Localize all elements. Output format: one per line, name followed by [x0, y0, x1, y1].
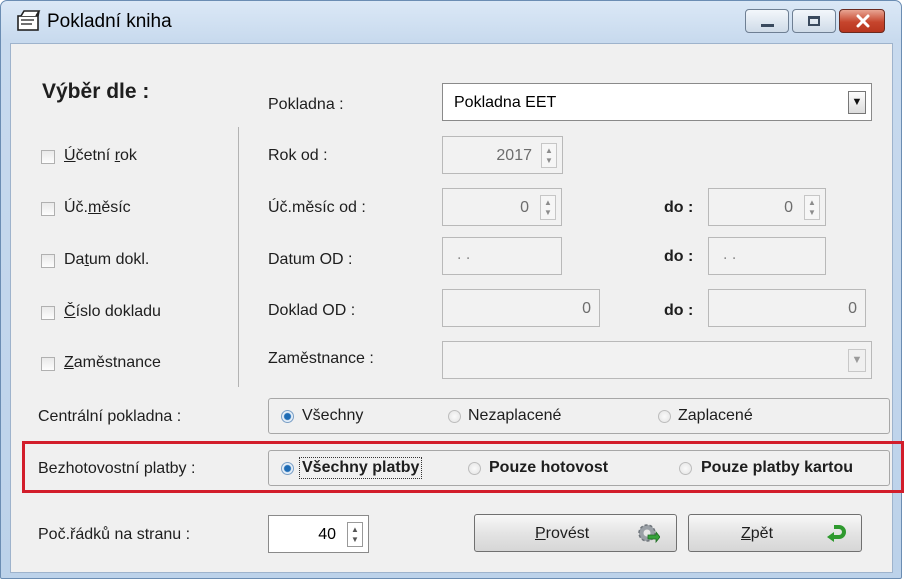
- doklad-to-input[interactable]: 0: [708, 289, 866, 327]
- rok-value: 2017: [496, 147, 532, 164]
- minimize-icon: [761, 24, 774, 27]
- datum-to-input[interactable]: . .: [708, 237, 826, 275]
- datum-from-input[interactable]: . .: [442, 237, 562, 275]
- rows-value: 40: [318, 526, 336, 543]
- title-bar[interactable]: Pokladní kniha: [1, 1, 901, 43]
- mesic-to-value: 0: [784, 199, 793, 216]
- datum-label: Datum OD :: [268, 251, 353, 268]
- spin-buttons[interactable]: ▲ ▼: [540, 195, 556, 220]
- radio-button[interactable]: [281, 410, 294, 423]
- back-button[interactable]: Zpět: [688, 514, 862, 552]
- chevron-down-icon[interactable]: ▼: [848, 349, 866, 372]
- pokladna-value: Pokladna EET: [454, 94, 557, 111]
- doklad-to-value: 0: [848, 300, 857, 317]
- back-label: Zpět: [741, 525, 774, 542]
- radio-button[interactable]: [658, 410, 671, 423]
- close-button[interactable]: [839, 9, 885, 33]
- close-icon: [856, 14, 870, 28]
- minimize-button[interactable]: [745, 9, 789, 33]
- rows-stepper[interactable]: 40 ▲ ▼: [268, 515, 369, 553]
- cash-book-icon: [17, 10, 41, 31]
- radio-label: Zaplacené: [678, 407, 753, 424]
- zamestnance-label: Zaměstnance :: [268, 350, 374, 367]
- checkbox-box[interactable]: [41, 254, 55, 268]
- central-radio-group: Všechny Nezaplacené Zaplacené: [268, 398, 890, 434]
- radio-label: Všechny: [302, 407, 364, 424]
- checkbox-label: Datum dokl.: [64, 251, 150, 268]
- checkbox-label: Úč.měsíc: [64, 199, 131, 216]
- doklad-from-input[interactable]: 0: [442, 289, 600, 327]
- radio-button[interactable]: [448, 410, 461, 423]
- checkbox-box[interactable]: [41, 202, 55, 216]
- pokladna-select[interactable]: Pokladna EET ▼: [442, 83, 872, 121]
- gear-arrow-icon: [638, 524, 660, 544]
- checkbox-label: Účetní rok: [64, 147, 137, 164]
- radio-label: Nezaplacené: [468, 407, 562, 424]
- rok-label: Rok od :: [268, 147, 328, 164]
- checkbox-box[interactable]: [41, 357, 55, 371]
- execute-label: Provést: [535, 525, 590, 542]
- doklad-from-value: 0: [582, 300, 591, 317]
- spin-buttons[interactable]: ▲ ▼: [347, 522, 363, 547]
- mesic-from-stepper[interactable]: 0 ▲ ▼: [442, 188, 562, 226]
- doklad-to-label: do :: [664, 302, 694, 319]
- doklad-label: Doklad OD :: [268, 302, 356, 319]
- green-return-arrow-icon: [827, 525, 846, 542]
- zamestnance-select[interactable]: ▼: [442, 341, 872, 379]
- filter-heading: Výběr dle :: [42, 80, 150, 103]
- datum-from-value: . .: [457, 246, 471, 263]
- highlight-box: [22, 441, 904, 493]
- pokladna-label: Pokladna :: [268, 96, 344, 113]
- checkbox-label: Zaměstnance: [64, 354, 161, 371]
- datum-to-label: do :: [664, 248, 694, 265]
- mesic-to-label: do :: [664, 199, 694, 216]
- mesic-to-stepper[interactable]: 0 ▲ ▼: [708, 188, 826, 226]
- rows-label: Poč.řádků na stranu :: [38, 526, 191, 543]
- maximize-icon: [808, 16, 820, 26]
- mesic-from-value: 0: [520, 199, 529, 216]
- form-area: Výběr dle : Účetní rok Úč.měsíc Datum do…: [10, 43, 893, 573]
- checkbox-box[interactable]: [41, 306, 55, 320]
- chevron-down-icon[interactable]: ▼: [848, 91, 866, 114]
- spin-buttons[interactable]: ▲ ▼: [804, 195, 820, 220]
- spin-buttons[interactable]: ▲ ▼: [541, 143, 557, 168]
- window-title: Pokladní kniha: [47, 11, 172, 32]
- checkbox-box[interactable]: [41, 150, 55, 164]
- maximize-button[interactable]: [792, 9, 836, 33]
- checkbox-label: Číslo dokladu: [64, 303, 161, 320]
- mesic-label: Úč.měsíc od :: [268, 199, 366, 216]
- vertical-divider: [238, 127, 239, 387]
- datum-to-value: . .: [723, 246, 737, 263]
- execute-button[interactable]: Provést: [474, 514, 677, 552]
- rok-stepper[interactable]: 2017 ▲ ▼: [442, 136, 563, 174]
- central-label: Centrální pokladna :: [38, 408, 182, 425]
